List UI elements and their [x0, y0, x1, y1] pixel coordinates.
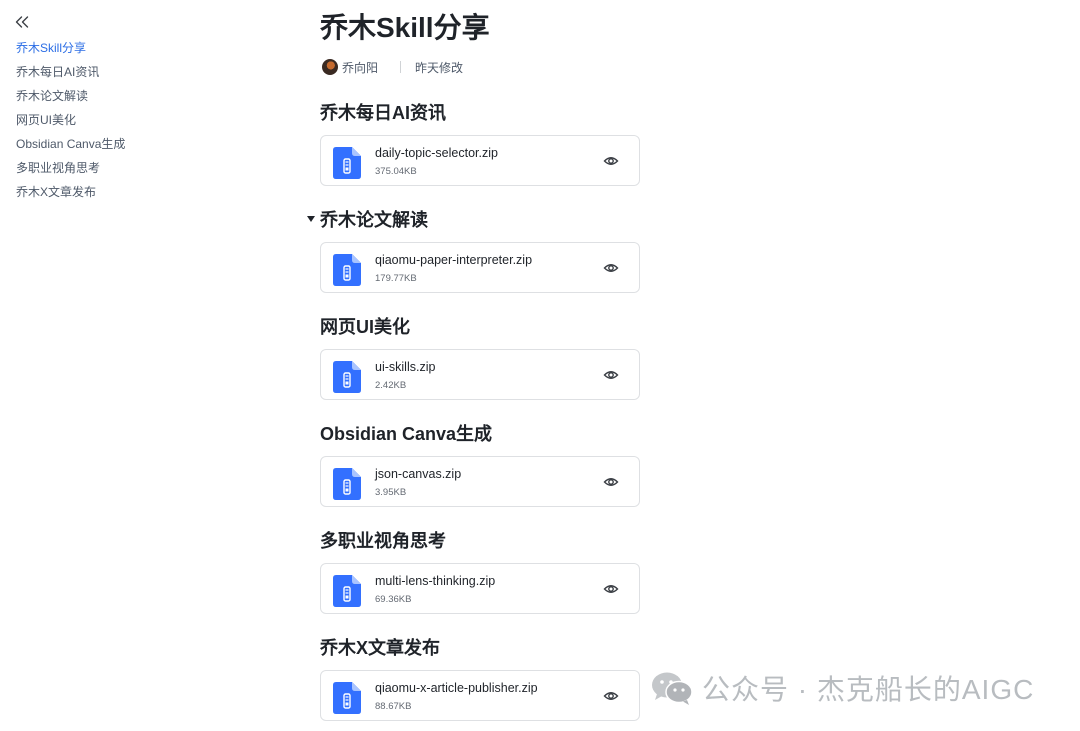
outline-item-x-article[interactable]: 乔木X文章发布 [16, 184, 125, 208]
section: 乔木每日AI资讯 daily-topic-selector.zip 375.04… [320, 101, 642, 186]
outline-item-obsidian-canva[interactable]: Obsidian Canva生成 [16, 136, 125, 160]
outline-item-multi-lens[interactable]: 多职业视角思考 [16, 160, 125, 184]
preview-button[interactable] [603, 581, 619, 597]
outline-item-skill-share[interactable]: 乔木Skill分享 [16, 40, 125, 64]
eye-icon [603, 371, 619, 379]
meta-divider [400, 61, 402, 73]
eye-icon [603, 478, 619, 486]
section-heading: 乔木每日AI资讯 [320, 103, 446, 123]
file-size: 69.36KB [375, 594, 412, 605]
zip-file-icon [333, 147, 361, 179]
eye-icon [603, 585, 619, 593]
file-name[interactable]: qiaomu-paper-interpreter.zip [375, 253, 532, 267]
eye-icon [603, 264, 619, 272]
zip-file-icon [333, 575, 361, 607]
modified-time: 昨天修改 [415, 60, 464, 75]
section: 网页UI美化 ui-skills.zip 2.42KB [320, 315, 642, 400]
page-title: 乔木Skill分享 [320, 12, 490, 43]
zip-file-icon [333, 361, 361, 393]
document-meta: 乔向阳 昨天修改 [322, 58, 463, 76]
file-name[interactable]: json-canvas.zip [375, 467, 461, 481]
outline-item-web-ui[interactable]: 网页UI美化 [16, 112, 125, 136]
attachment-card[interactable]: daily-topic-selector.zip 375.04KB [320, 135, 640, 186]
file-name[interactable]: qiaomu-x-article-publisher.zip [375, 681, 538, 695]
attachment-card[interactable]: qiaomu-x-article-publisher.zip 88.67KB [320, 670, 640, 721]
file-name[interactable]: daily-topic-selector.zip [375, 146, 498, 160]
collapse-sidebar-button[interactable] [14, 14, 30, 30]
preview-button[interactable] [603, 260, 619, 276]
watermark: 公众号 · 杰克船长的AIGC [650, 668, 1034, 708]
attachment-card[interactable]: ui-skills.zip 2.42KB [320, 349, 640, 400]
section: Obsidian Canva生成 json-canvas.zip 3.95KB [320, 422, 642, 507]
zip-file-icon [333, 468, 361, 500]
section: 多职业视角思考 multi-lens-thinking.zip 69.36KB [320, 529, 642, 614]
zip-file-icon [333, 254, 361, 286]
preview-button[interactable] [603, 474, 619, 490]
author-avatar[interactable] [322, 59, 338, 75]
section-heading-text: 乔木论文解读 [320, 210, 428, 230]
attachment-card[interactable]: multi-lens-thinking.zip 69.36KB [320, 563, 640, 614]
wechat-icon [652, 672, 693, 705]
section: 乔木论文解读 qiaomu-paper-interpreter.zip 179.… [307, 208, 642, 293]
zip-file-icon [333, 682, 361, 714]
outline-item-daily-ai-news[interactable]: 乔木每日AI资讯 [16, 64, 125, 88]
file-size: 375.04KB [375, 166, 417, 177]
file-size: 179.77KB [375, 273, 417, 284]
attachment-card[interactable]: qiaomu-paper-interpreter.zip 179.77KB [320, 242, 640, 293]
section-heading: 多职业视角思考 [320, 531, 446, 551]
file-size: 2.42KB [375, 380, 407, 391]
preview-button[interactable] [603, 153, 619, 169]
eye-icon [603, 692, 619, 700]
double-chevron-left-icon [15, 16, 29, 28]
outline-sidebar: 乔木Skill分享 乔木每日AI资讯 乔木论文解读 网页UI美化 Obsidia… [0, 0, 260, 731]
file-size: 88.67KB [375, 701, 412, 712]
file-name[interactable]: multi-lens-thinking.zip [375, 574, 495, 588]
outline-item-paper-interpret[interactable]: 乔木论文解读 [16, 88, 125, 112]
section-heading: 乔木论文解读 [307, 208, 642, 232]
watermark-text: 公众号 · 杰克船长的AIGC [702, 674, 1035, 705]
eye-icon [603, 157, 619, 165]
preview-button[interactable] [603, 688, 619, 704]
outline-list: 乔木Skill分享 乔木每日AI资讯 乔木论文解读 网页UI美化 Obsidia… [16, 40, 125, 208]
preview-button[interactable] [603, 367, 619, 383]
section-heading: 网页UI美化 [320, 317, 410, 337]
file-size: 3.95KB [375, 487, 407, 498]
section-heading: 乔木X文章发布 [320, 638, 441, 658]
author-name[interactable]: 乔向阳 [342, 59, 378, 76]
section: 乔木X文章发布 qiaomu-x-article-publisher.zip 8… [320, 636, 642, 721]
attachment-card[interactable]: json-canvas.zip 3.95KB [320, 456, 640, 507]
section-heading: Obsidian Canva生成 [320, 424, 493, 444]
caret-down-icon[interactable] [307, 216, 315, 222]
file-name[interactable]: ui-skills.zip [375, 360, 435, 374]
